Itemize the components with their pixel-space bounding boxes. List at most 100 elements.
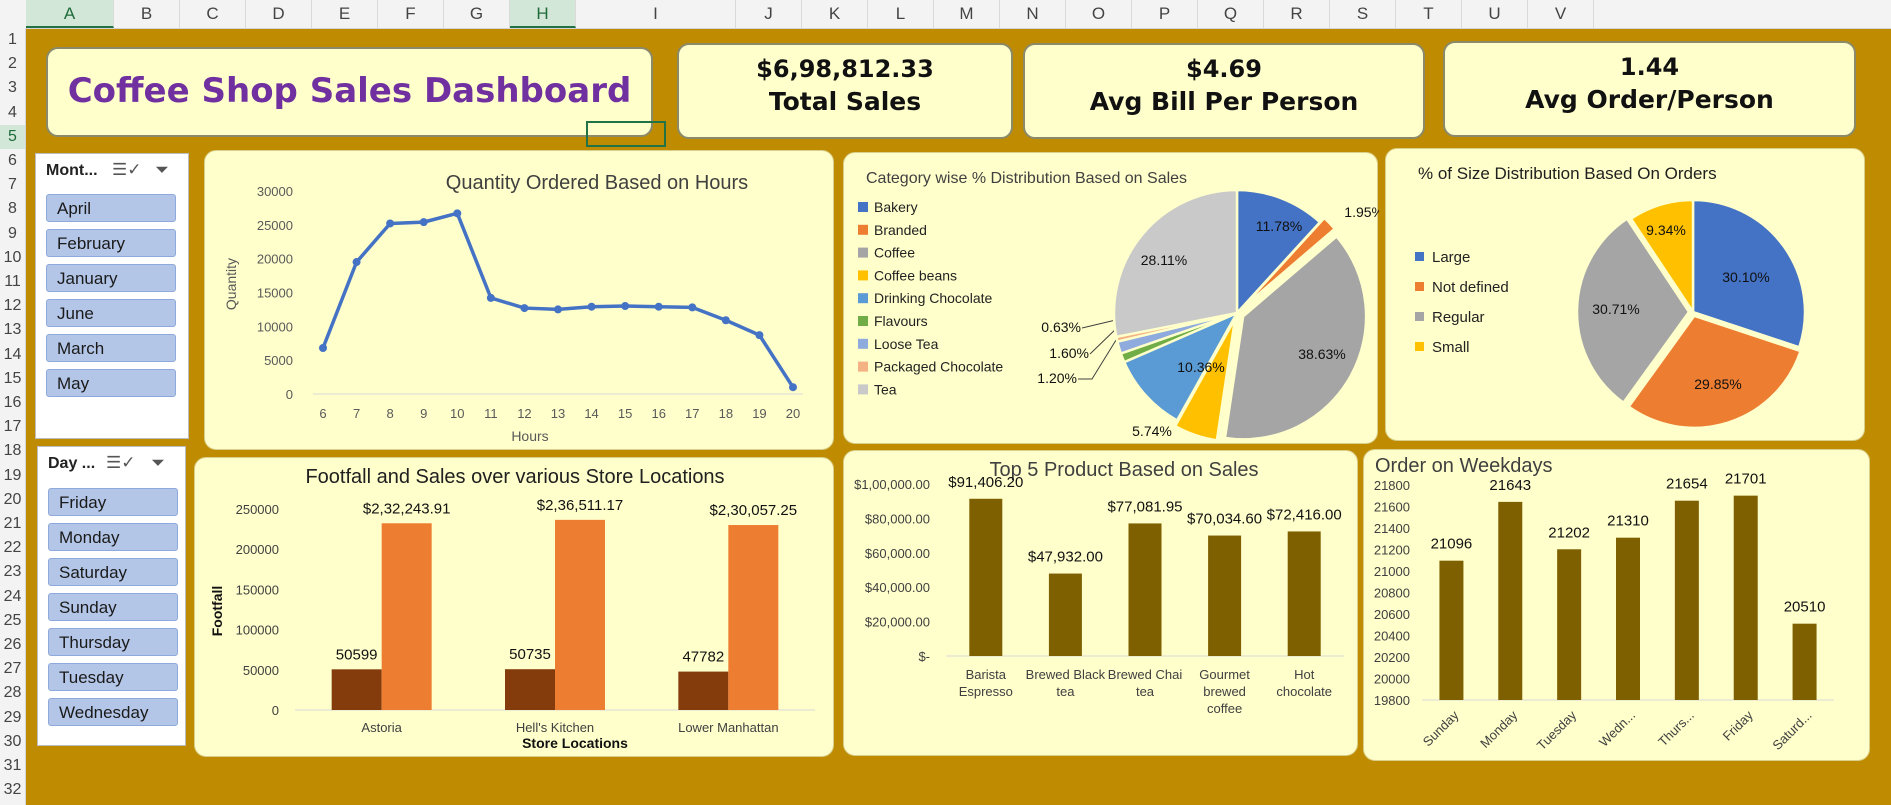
y-tick-label: 0	[286, 387, 293, 402]
slicer-item-march[interactable]: March	[46, 334, 176, 362]
column-header-n[interactable]: N	[1000, 0, 1066, 28]
multiselect-icon[interactable]: ☰✓	[112, 160, 141, 182]
slicer-item-tuesday[interactable]: Tuesday	[48, 663, 178, 691]
row-header-8[interactable]: 8	[0, 197, 25, 221]
slicer-item-april[interactable]: April	[46, 194, 176, 222]
row-header-24[interactable]: 24	[0, 585, 25, 609]
clear-filter-icon[interactable]: ⏷	[146, 453, 170, 475]
data-label: 21202	[1548, 524, 1590, 541]
slicer-item-june[interactable]: June	[46, 299, 176, 327]
x-tick-label: Saturd...	[1769, 708, 1814, 753]
y-tick-label: 20600	[1374, 607, 1410, 622]
row-header-31[interactable]: 31	[0, 754, 25, 778]
slicer-item-friday[interactable]: Friday	[48, 488, 178, 516]
legend-swatch	[858, 361, 868, 372]
row-header-17[interactable]: 17	[0, 415, 25, 439]
y-tick-label: 20000	[257, 252, 293, 267]
kpi-label: Avg Order/Person	[1525, 85, 1774, 114]
x-tick-label: 11	[484, 406, 498, 421]
row-header-27[interactable]: 27	[0, 657, 25, 681]
row-header-3[interactable]: 3	[0, 76, 25, 100]
row-header-10[interactable]: 10	[0, 246, 25, 270]
y-tick-label: $60,000.00	[865, 546, 930, 561]
slicer-item-january[interactable]: January	[46, 264, 176, 292]
row-header-21[interactable]: 21	[0, 512, 25, 536]
row-header-5[interactable]: 5	[0, 124, 25, 149]
row-header-11[interactable]: 11	[0, 270, 25, 294]
slicer-item-thursday[interactable]: Thursday	[48, 628, 178, 656]
column-header-h[interactable]: H	[510, 0, 576, 28]
x-tick-label: 17	[685, 406, 699, 421]
row-header-15[interactable]: 15	[0, 367, 25, 391]
row-header-14[interactable]: 14	[0, 343, 25, 367]
column-header-u[interactable]: U	[1462, 0, 1528, 28]
row-header-19[interactable]: 19	[0, 464, 25, 488]
slicer-item-february[interactable]: February	[46, 229, 176, 257]
column-header-f[interactable]: F	[378, 0, 444, 28]
column-header-j[interactable]: J	[736, 0, 802, 28]
bar	[331, 669, 382, 710]
row-header-25[interactable]: 25	[0, 609, 25, 633]
column-header-i[interactable]: I	[576, 0, 736, 28]
column-header-t[interactable]: T	[1396, 0, 1462, 28]
column-header-a[interactable]: A	[26, 0, 114, 28]
column-header-p[interactable]: P	[1132, 0, 1198, 28]
column-header-bar: ABCDEFGHIJKLMNOPQRSTUV	[0, 0, 1891, 29]
slicer-item-saturday[interactable]: Saturday	[48, 558, 178, 586]
slicer-item-wednesday[interactable]: Wednesday	[48, 698, 178, 726]
column-header-k[interactable]: K	[802, 0, 868, 28]
row-header-23[interactable]: 23	[0, 560, 25, 584]
column-header-v[interactable]: V	[1528, 0, 1594, 28]
chart-title: Top 5 Product Based on Sales	[989, 459, 1258, 481]
row-header-9[interactable]: 9	[0, 222, 25, 246]
row-header-13[interactable]: 13	[0, 318, 25, 342]
x-tick-label: 19	[752, 406, 766, 421]
row-header-28[interactable]: 28	[0, 681, 25, 705]
bar	[1674, 500, 1699, 700]
column-header-m[interactable]: M	[934, 0, 1000, 28]
row-header-30[interactable]: 30	[0, 730, 25, 754]
legend-label: Coffee beans	[874, 267, 957, 283]
column-header-s[interactable]: S	[1330, 0, 1396, 28]
row-header-6[interactable]: 6	[0, 149, 25, 173]
row-header-2[interactable]: 2	[0, 52, 25, 76]
column-header-r[interactable]: R	[1264, 0, 1330, 28]
day-slicer-header: Day ...	[48, 455, 96, 472]
row-header-1[interactable]: 1	[0, 28, 25, 52]
x-tick-label: Gourmet	[1199, 667, 1250, 682]
x-tick-label: 14	[584, 406, 598, 421]
clear-filter-icon[interactable]: ⏷	[150, 160, 174, 182]
y-tick-label: $-	[918, 649, 930, 664]
row-header-4[interactable]: 4	[0, 101, 25, 125]
data-point	[755, 331, 764, 340]
row-header-16[interactable]: 16	[0, 391, 25, 415]
row-header-7[interactable]: 7	[0, 173, 25, 197]
row-header-32[interactable]: 32	[0, 778, 25, 802]
x-tick-label: Sunday	[1420, 707, 1462, 749]
column-header-o[interactable]: O	[1066, 0, 1132, 28]
row-header-26[interactable]: 26	[0, 633, 25, 657]
row-header-18[interactable]: 18	[0, 439, 25, 463]
column-header-c[interactable]: C	[180, 0, 246, 28]
slicer-item-sunday[interactable]: Sunday	[48, 593, 178, 621]
x-tick-label: coffee	[1207, 701, 1242, 716]
data-label: $47,932.00	[1028, 549, 1103, 566]
data-label: $91,406.20	[948, 474, 1023, 491]
column-header-q[interactable]: Q	[1198, 0, 1264, 28]
x-tick-label: Brewed Chai	[1108, 667, 1183, 682]
row-header-12[interactable]: 12	[0, 294, 25, 318]
row-header-22[interactable]: 22	[0, 536, 25, 560]
selected-cell-h5[interactable]	[586, 121, 666, 147]
slicer-item-may[interactable]: May	[46, 369, 176, 397]
column-header-g[interactable]: G	[444, 0, 510, 28]
data-point	[688, 303, 697, 312]
row-header-29[interactable]: 29	[0, 706, 25, 730]
column-header-e[interactable]: E	[312, 0, 378, 28]
column-header-l[interactable]: L	[868, 0, 934, 28]
column-header-b[interactable]: B	[114, 0, 180, 28]
column-header-d[interactable]: D	[246, 0, 312, 28]
multiselect-icon[interactable]: ☰✓	[106, 453, 135, 475]
slicer-item-monday[interactable]: Monday	[48, 523, 178, 551]
y-tick-label: 21800	[1374, 478, 1410, 493]
row-header-20[interactable]: 20	[0, 488, 25, 512]
